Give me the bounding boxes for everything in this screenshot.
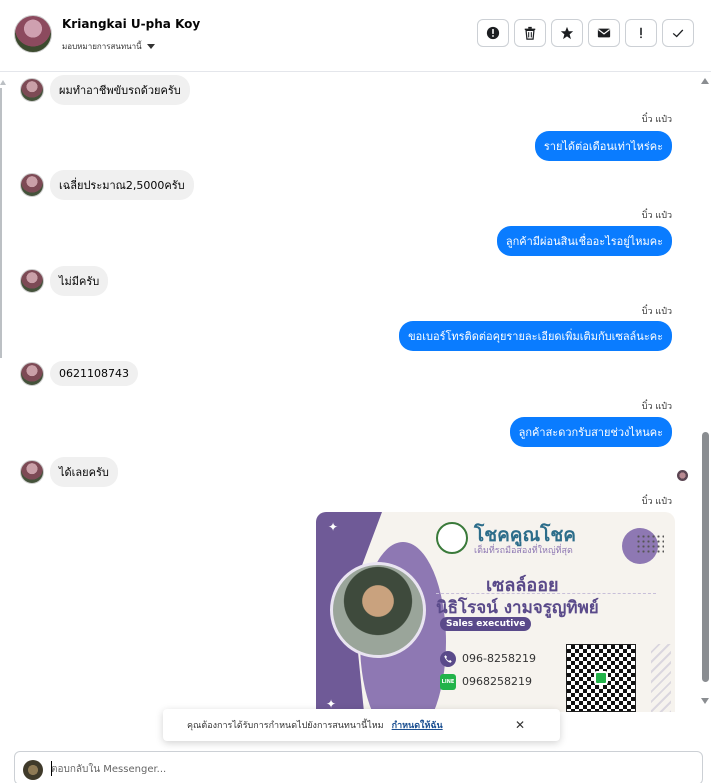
- incoming-message: ผมทำอาชีพขับรถด้วยครับ: [20, 75, 190, 105]
- star-icon: [560, 26, 574, 40]
- phone-icon: [440, 651, 456, 667]
- assign-to-me-link[interactable]: กำหนดให้ฉัน: [392, 718, 443, 732]
- message-bubble[interactable]: ได้เลยครับ: [50, 457, 118, 487]
- close-icon[interactable]: ✕: [515, 718, 525, 732]
- scrollbar-thumb[interactable]: [702, 432, 709, 682]
- mail-icon: [597, 28, 611, 38]
- incoming-message: เฉลี่ยประมาณ2,5000ครับ: [20, 170, 194, 200]
- message-thread[interactable]: ผมทำอาชีพขับรถด้วยครับ บิ๋ว แป๋ว รายได้ต…: [0, 72, 700, 712]
- assign-toast: คุณต้องการได้รับการกำหนดไปยังการสนทนานี้…: [163, 709, 560, 741]
- exclamation-icon: [640, 27, 642, 39]
- sender-name: บิ๋ว แป๋ว: [641, 307, 672, 317]
- sparkle-icon: ✦: [328, 520, 339, 534]
- mark-unread-button[interactable]: [588, 19, 620, 47]
- conversation-header: Kriangkai U-pha Koy มอบหมายการสนทนานี้: [0, 0, 711, 72]
- text-caret: [51, 761, 52, 776]
- message-bubble[interactable]: ไม่มีครับ: [50, 266, 109, 296]
- check-icon: [672, 29, 684, 38]
- card-phone: 096-8258219: [462, 652, 536, 665]
- toast-text: คุณต้องการได้รับการกำหนดไปยังการสนทนานี้…: [187, 721, 384, 731]
- incoming-message: ได้เลยครับ: [20, 457, 118, 487]
- message-bubble[interactable]: ผมทำอาชีพขับรถด้วยครับ: [50, 75, 190, 105]
- outgoing-message-bubble[interactable]: ลูกค้าสะดวกรับสายช่วงไหนคะ: [509, 417, 672, 447]
- scroll-up-arrow-icon[interactable]: [701, 78, 709, 84]
- seen-avatar: [677, 470, 688, 481]
- sales-photo: [330, 562, 426, 658]
- contact-avatar-small[interactable]: [20, 361, 44, 386]
- incoming-message: 0621108743: [20, 361, 138, 386]
- card-job-title: Sales executive: [440, 617, 532, 631]
- outgoing-message-bubble[interactable]: รายได้ต่อเดือนเท่าไหร่คะ: [534, 131, 672, 161]
- header-actions: [477, 19, 694, 47]
- caret-down-icon: [146, 44, 155, 49]
- card-decoration: [636, 534, 664, 554]
- spam-button[interactable]: [625, 19, 657, 47]
- contact-avatar[interactable]: [14, 15, 52, 53]
- assign-label: มอบหมายการสนทนานี้: [62, 42, 142, 51]
- thread-scrollbar[interactable]: [700, 72, 711, 712]
- outgoing-message-bubble[interactable]: ลูกค้ามีผ่อนสินเชื่ออะไรอยู่ไหมคะ: [496, 226, 672, 256]
- contact-avatar-small[interactable]: [20, 78, 44, 102]
- scroll-down-arrow-icon[interactable]: [701, 698, 709, 704]
- star-button[interactable]: [551, 19, 583, 47]
- outgoing-message-bubble[interactable]: ขอเบอร์โทรติดต่อคุยรายละเอียดเพิ่มเติมกั…: [399, 321, 672, 351]
- sender-name: บิ๋ว แป๋ว: [641, 115, 672, 125]
- page-avatar: [23, 760, 43, 780]
- message-bubble[interactable]: เฉลี่ยประมาณ2,5000ครับ: [50, 170, 194, 200]
- brand-logo: [436, 522, 468, 554]
- contact-avatar-small[interactable]: [20, 269, 44, 293]
- card-line-id: 0968258219: [462, 675, 532, 688]
- sender-name: บิ๋ว แป๋ว: [641, 497, 672, 507]
- sender-name: บิ๋ว แป๋ว: [641, 402, 672, 412]
- delete-button[interactable]: [514, 19, 546, 47]
- trash-icon: [524, 26, 536, 40]
- qr-code: [566, 644, 636, 712]
- done-button[interactable]: [662, 19, 694, 47]
- card-tagline: เต็มที่รถมือสองที่ใหญ่ที่สุด: [474, 546, 573, 556]
- card-decoration: [651, 644, 671, 712]
- sender-name: บิ๋ว แป๋ว: [641, 211, 672, 221]
- line-icon: LINE: [440, 674, 456, 690]
- reply-input[interactable]: [51, 760, 651, 778]
- message-bubble[interactable]: 0621108743: [50, 361, 138, 386]
- reply-composer: [14, 751, 703, 783]
- report-icon: [486, 26, 500, 40]
- report-button[interactable]: [477, 19, 509, 47]
- contact-name[interactable]: Kriangkai U-pha Koy: [62, 17, 200, 31]
- contact-avatar-small[interactable]: [20, 173, 44, 197]
- contact-avatar-small[interactable]: [20, 460, 44, 484]
- incoming-message: ไม่มีครับ: [20, 266, 109, 296]
- assign-conversation-dropdown[interactable]: มอบหมายการสนทนานี้: [62, 40, 155, 53]
- business-card-image[interactable]: ✦ ✦ โชคคูณโชค เต็มที่รถมือสองที่ใหญ่ที่ส…: [316, 512, 675, 712]
